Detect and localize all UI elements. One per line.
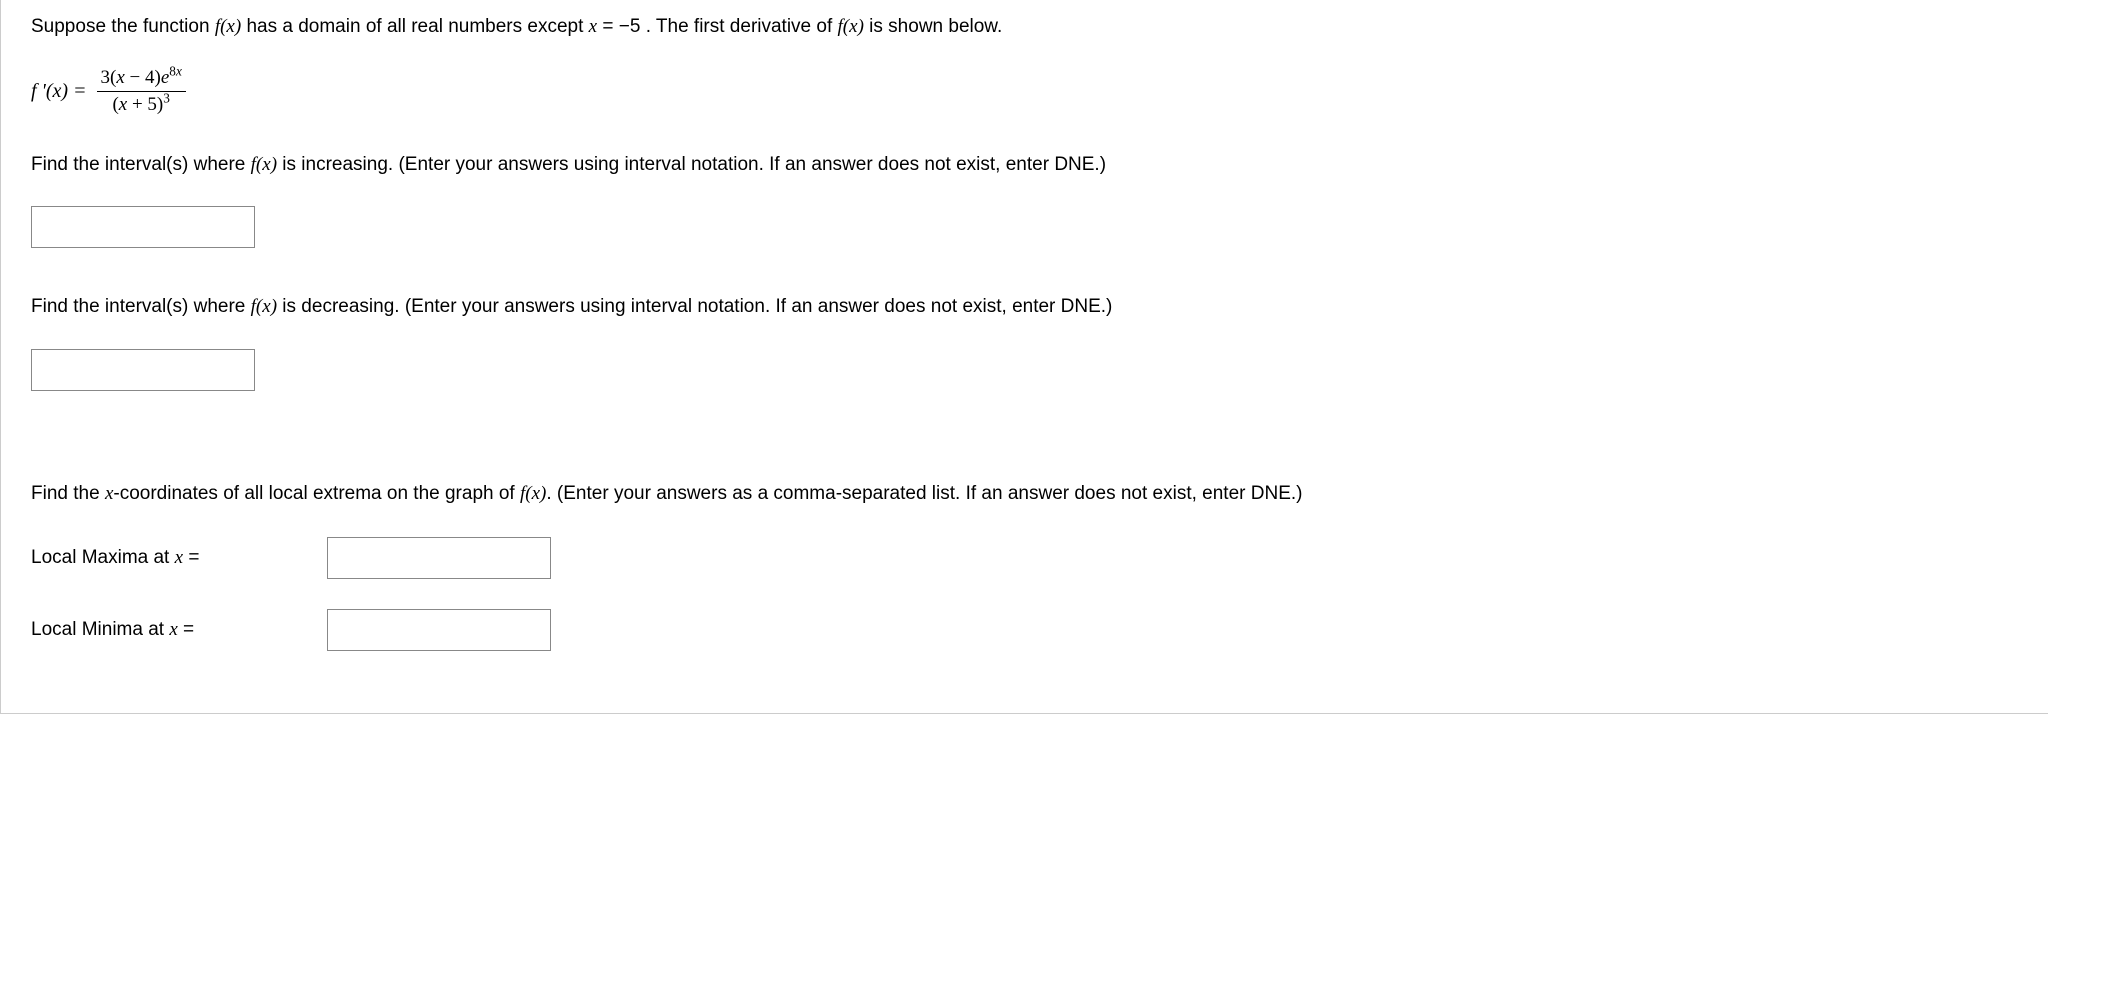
increasing-question: Find the interval(s) where f(x) is incre…	[31, 152, 2018, 249]
local-maxima-label: Local Maxima at x =	[31, 547, 321, 569]
question-container: Suppose the function f(x) has a domain o…	[0, 0, 2048, 714]
intro-fx2: f(x)	[838, 16, 864, 37]
formula-denominator: (x + 5)3	[108, 92, 173, 116]
decreasing-input[interactable]	[31, 349, 255, 391]
local-maxima-row: Local Maxima at x =	[31, 537, 2018, 579]
intro-part2: has a domain of all real numbers except	[241, 16, 588, 37]
increasing-prompt: Find the interval(s) where f(x) is incre…	[31, 152, 2018, 179]
intro-part3: = −5 . The first derivative of	[597, 16, 837, 37]
formula-fraction: 3(x − 4)e8x (x + 5)3	[97, 67, 186, 116]
intro-x: x	[589, 16, 597, 37]
local-minima-row: Local Minima at x =	[31, 609, 2018, 651]
decreasing-prompt: Find the interval(s) where f(x) is decre…	[31, 294, 2018, 321]
extrema-prompt: Find the x-coordinates of all local extr…	[31, 481, 2018, 508]
increasing-input[interactable]	[31, 206, 255, 248]
decreasing-question: Find the interval(s) where f(x) is decre…	[31, 294, 2018, 391]
intro-text: Suppose the function f(x) has a domain o…	[31, 14, 2018, 41]
local-minima-input[interactable]	[327, 609, 551, 651]
formula-numerator: 3(x − 4)e8x	[97, 67, 186, 92]
local-minima-label: Local Minima at x =	[31, 619, 321, 641]
intro-part4: is shown below.	[864, 16, 1002, 37]
intro-part1: Suppose the function	[31, 16, 215, 37]
extrema-question: Find the x-coordinates of all local extr…	[31, 481, 2018, 652]
local-maxima-input[interactable]	[327, 537, 551, 579]
formula-lhs: f '(x) =	[31, 80, 87, 103]
derivative-formula: f '(x) = 3(x − 4)e8x (x + 5)3	[31, 67, 2018, 116]
intro-fx1: f(x)	[215, 16, 241, 37]
